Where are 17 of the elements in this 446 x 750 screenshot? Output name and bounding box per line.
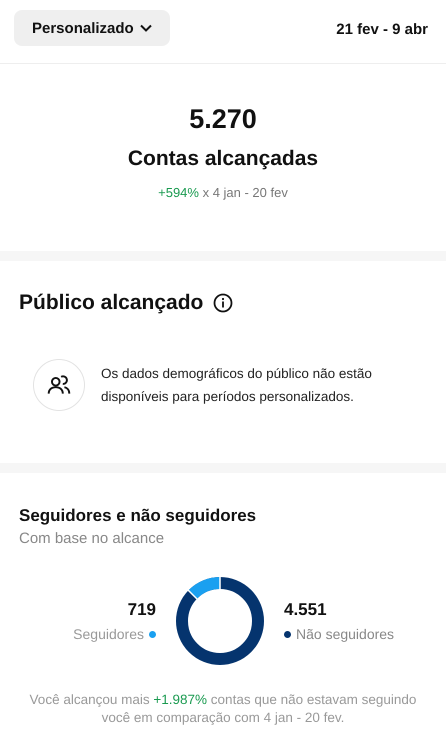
section-title: Seguidores e não seguidores (19, 506, 258, 526)
section-subtitle: Com base no alcance (19, 530, 166, 547)
comparison-note: Você alcançou mais +1.987% contas que não estavam seguindo você em comparação com 4 jan - 20 fev. (28, 691, 418, 727)
followers-count: 719 (128, 600, 156, 620)
info-icon[interactable] (213, 293, 234, 313)
comparison-text: +594% x 4 jan - 20 fev (157, 185, 289, 200)
people-icon (33, 359, 85, 411)
date-range: 21 fev - 9 abr (336, 21, 428, 38)
period-dropdown[interactable]: Personalizado (14, 10, 170, 46)
chevron-down-icon (140, 24, 152, 32)
unavailable-message: Os dados demográficos do público não estão disponíveis para períodos personalizados. (101, 365, 373, 406)
section-title: Público alcançado (19, 291, 204, 315)
legend-label: Não seguidores (296, 626, 394, 642)
non-followers-count: 4.551 (284, 600, 327, 620)
accounts-label: Contas alcançadas (126, 147, 320, 171)
legend-label: Seguidores (73, 626, 144, 642)
accounts-count: 5.270 (188, 104, 258, 135)
